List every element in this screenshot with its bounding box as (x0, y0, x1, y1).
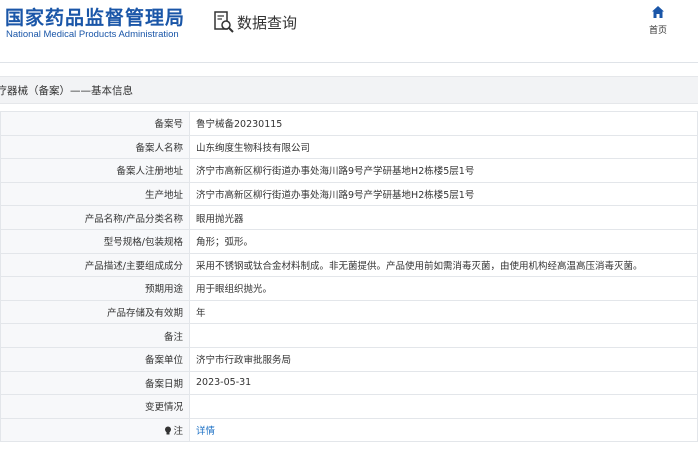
row-value (189, 323, 698, 348)
table-row: 备案人注册地址 济宁市高新区柳行街道办事处海川路9号产学研基地H2栋楼5层1号 (0, 158, 698, 183)
row-value: 鲁宁械备20230115 (189, 111, 698, 136)
row-value: 年 (189, 299, 698, 325)
row-label: 备案日期 (0, 370, 190, 396)
note-value-cell: 详情 (189, 417, 698, 443)
table-row: 型号规格/包装规格 角形；弧形。 (0, 228, 698, 254)
magnifier-document-icon (214, 11, 234, 33)
section-title-bar: 医疗器械（备案）——基本信息 (0, 76, 698, 104)
row-label: 产品存储及有效期 (0, 299, 190, 325)
row-value (189, 394, 698, 419)
row-label: 变更情况 (0, 394, 190, 419)
section-title: 医疗器械（备案）——基本信息 (0, 85, 133, 97)
basic-info-table: 备案号 鲁宁械备20230115 备案人名称 山东绚度生物科技有限公司 备案人注… (0, 111, 698, 443)
row-label: 备案单位 (0, 346, 190, 372)
home-label: 首页 (648, 26, 667, 36)
page-header: 国家药品监督管理局 National Medical Products Admi… (0, 0, 698, 62)
data-query-link[interactable]: 数据查询 (213, 9, 297, 35)
row-value: 眼用抛光器 (189, 205, 698, 230)
row-value: 济宁市高新区柳行街道办事处海川路9号产学研基地H2栋楼5层1号 (189, 158, 698, 183)
data-query-label: 数据查询 (237, 13, 298, 32)
row-label: 预期用途 (0, 276, 190, 301)
table-row: 注 详情 (0, 417, 698, 443)
table-row: 生产地址 济宁市高新区柳行街道办事处海川路9号产学研基地H2栋楼5层1号 (0, 181, 698, 207)
row-value: 用于眼组织抛光。 (189, 276, 698, 301)
row-label: 备案号 (0, 111, 190, 136)
table-row: 备注 (0, 323, 698, 348)
table-row: 变更情况 (0, 394, 698, 419)
header-divider (0, 62, 698, 63)
details-link[interactable]: 详情 (196, 426, 215, 437)
row-label: 型号规格/包装规格 (0, 228, 190, 254)
note-label: 注 (173, 426, 183, 438)
table-row: 产品名称/产品分类名称 眼用抛光器 (0, 205, 698, 230)
row-label: 备案人名称 (0, 134, 190, 160)
table-row: 备案单位 济宁市行政审批服务局 (0, 346, 698, 372)
row-value: 山东绚度生物科技有限公司 (189, 134, 698, 160)
table-row: 备案号 鲁宁械备20230115 (0, 111, 698, 136)
table-row: 产品存储及有效期 年 (0, 299, 698, 325)
home-icon (652, 6, 664, 18)
row-label: 产品描述/主要组成成分 (0, 252, 190, 278)
table-row: 备案人名称 山东绚度生物科技有限公司 (0, 134, 698, 160)
row-value: 采用不锈钢或钛合金材料制成。非无菌提供。产品使用前如需消毒灭菌，由使用机构经高温… (189, 252, 698, 278)
row-value: 角形；弧形。 (189, 228, 698, 254)
row-label: 备注 (0, 323, 190, 348)
row-value: 2023-05-31 (189, 370, 698, 396)
row-value: 济宁市高新区柳行街道办事处海川路9号产学研基地H2栋楼5层1号 (189, 181, 698, 207)
agency-logo-en[interactable]: National Medical Products Administration (6, 29, 179, 40)
table-row: 产品描述/主要组成成分 采用不锈钢或钛合金材料制成。非无菌提供。产品使用前如需消… (0, 252, 698, 278)
note-label-cell: 注 (0, 417, 190, 443)
agency-logo-cn[interactable]: 国家药品监督管理局 (5, 3, 185, 30)
home-button[interactable]: 首页 (643, 5, 673, 36)
row-value: 济宁市行政审批服务局 (189, 346, 698, 372)
table-row: 备案日期 2023-05-31 (0, 370, 698, 396)
row-label: 生产地址 (0, 181, 190, 207)
row-label: 产品名称/产品分类名称 (0, 205, 190, 230)
table-row: 预期用途 用于眼组织抛光。 (0, 276, 698, 301)
row-label: 备案人注册地址 (0, 158, 190, 183)
info-bulb-icon (165, 426, 172, 435)
